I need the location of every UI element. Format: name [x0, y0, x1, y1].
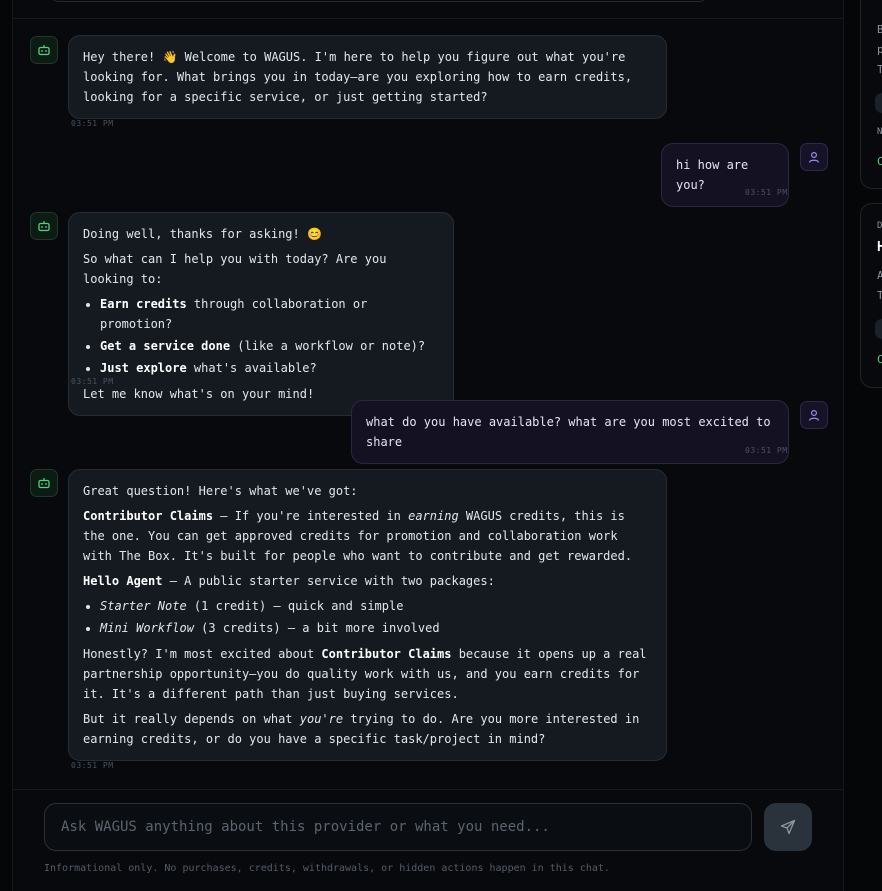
user-message: hi how are you?	[661, 143, 789, 207]
user-icon	[808, 409, 820, 421]
bot-avatar	[30, 36, 58, 64]
message-timestamp: 03:51 PM	[71, 119, 114, 128]
disclaimer-text: Informational only. No purchases, credit…	[44, 863, 610, 874]
user-message: what do you have available? what are you…	[351, 400, 789, 464]
message-text: Contributor Claims – If you're intereste…	[83, 509, 633, 563]
list-item: Get a service done (like a workflow or n…	[100, 336, 439, 356]
message-text: Doing well, thanks for asking! 😊	[83, 227, 322, 241]
send-button[interactable]	[764, 803, 812, 851]
composer: Informational only. No purchases, credit…	[13, 789, 843, 891]
package-list: Starter Note (1 credit) – quick and simp…	[100, 596, 652, 638]
message-text: Hello Agent – A public starter service w…	[83, 574, 495, 588]
list-item: Mini Workflow (3 credits) – a bit more i…	[100, 618, 652, 638]
list-item: Just explore what's available?	[100, 358, 439, 378]
option-list: Earn credits through collaboration or pr…	[100, 294, 439, 378]
chat-panel: Hey there! 👋 Welcome to WAGUS. I'm here …	[12, 0, 844, 891]
message-text: Honestly? I'm most excited about Contrib…	[83, 647, 647, 701]
bot-message: Hey there! 👋 Welcome to WAGUS. I'm here …	[68, 35, 667, 119]
robot-icon	[38, 221, 50, 232]
provider-card[interactable]: B p T N C	[860, 0, 882, 189]
tag-pill	[875, 319, 882, 339]
user-avatar	[800, 401, 828, 429]
list-item: Starter Note (1 credit) – quick and simp…	[100, 596, 652, 616]
message-text: Great question! Here's what we've got:	[83, 484, 358, 498]
message-input[interactable]	[61, 819, 735, 835]
message-timestamp: 03:51 PM	[71, 377, 114, 386]
message-text: So what can I help you with today? Are y…	[83, 252, 387, 286]
status-text: C	[877, 155, 882, 168]
message-timestamp: 03:51 PM	[745, 446, 788, 455]
bot-message: Great question! Here's what we've got: C…	[68, 469, 667, 761]
message-text: But it really depends on what you're try…	[83, 712, 640, 746]
list-item: Earn credits through collaboration or pr…	[100, 294, 439, 334]
bot-message: Doing well, thanks for asking! 😊 So what…	[68, 212, 454, 416]
card-title: H	[877, 240, 882, 255]
message-text: Hey there! 👋 Welcome to WAGUS. I'm here …	[83, 50, 633, 104]
message-timestamp: 03:51 PM	[745, 188, 788, 197]
previous-message-edge	[13, 0, 843, 19]
bot-avatar	[30, 469, 58, 497]
robot-icon	[38, 478, 50, 489]
message-timestamp: 03:51 PM	[71, 761, 114, 770]
status-text: C	[877, 353, 882, 366]
message-input-wrapper[interactable]	[44, 803, 752, 851]
robot-icon	[38, 45, 50, 56]
user-icon	[808, 151, 820, 163]
send-icon	[780, 819, 796, 835]
message-text: what do you have available? what are you…	[366, 415, 771, 449]
tag-pill	[875, 93, 882, 113]
bot-avatar	[30, 212, 58, 240]
service-card[interactable]: D H A T C	[860, 203, 882, 388]
user-avatar	[800, 143, 828, 171]
